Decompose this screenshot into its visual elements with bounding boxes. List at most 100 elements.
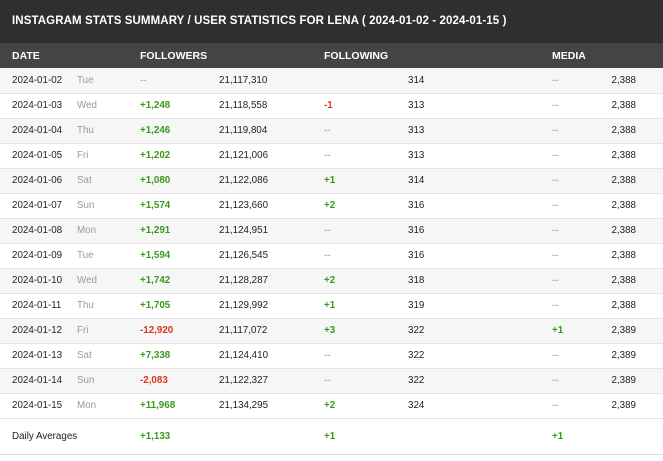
row-media-change: --: [552, 150, 559, 161]
row-media: 2,388: [611, 74, 637, 86]
row-media: 2,389: [611, 350, 637, 361]
row-followers: 21,134,295: [219, 400, 269, 411]
stats-table: DATE FOLLOWERS FOLLOWING MEDIA 2024-01-0…: [0, 43, 663, 455]
row-following: 316: [408, 225, 425, 236]
row-following: 313: [408, 150, 425, 161]
row-followers-change: +1,742: [140, 275, 171, 286]
row-date: 2024-01-04: [12, 125, 63, 136]
row-day: Wed: [77, 275, 97, 286]
row-following-change: -1: [324, 100, 333, 111]
row-following: 322: [408, 325, 425, 336]
row-date: 2024-01-15: [12, 400, 63, 411]
row-date: 2024-01-13: [12, 350, 63, 361]
column-header-media: MEDIA: [552, 49, 586, 62]
row-followers-change: +1,246: [140, 125, 171, 136]
row-media-change: --: [552, 275, 559, 286]
row-following-change: --: [324, 225, 331, 236]
row-media: 2,388: [611, 100, 637, 111]
row-followers-change: +1,291: [140, 225, 171, 236]
avg-followers-change: +1,133: [140, 430, 171, 442]
row-followers: 21,128,287: [219, 275, 269, 286]
table-row: 2024-01-13 Sat +7,338 21,124,410 -- 322 -- 2,38…: [0, 343, 663, 368]
row-day: Sat: [77, 175, 92, 186]
table-row: 2024-01-06 Sat +1,080 21,122,086 +1 314 -- 2,38…: [0, 168, 663, 193]
row-media-change: --: [552, 225, 559, 236]
row-date: 2024-01-08: [12, 225, 63, 236]
row-day: Mon: [77, 400, 97, 411]
row-media-change: --: [552, 375, 559, 386]
row-media: 2,388: [611, 300, 637, 311]
row-following: 324: [408, 400, 425, 411]
row-followers-change: +7,338: [140, 350, 171, 361]
row-media: 2,388: [611, 175, 637, 186]
row-followers-change: +1,705: [140, 300, 171, 311]
table-row: 2024-01-05 Fri +1,202 21,121,006 -- 313 -- 2,38…: [0, 143, 663, 168]
row-media: 2,388: [611, 250, 637, 261]
row-date: 2024-01-14: [12, 375, 63, 386]
row-date: 2024-01-06: [12, 175, 63, 186]
row-date: 2024-01-05: [12, 150, 63, 161]
row-day: Tue: [77, 250, 94, 261]
row-media-change: --: [552, 100, 559, 111]
row-media-change: --: [552, 175, 559, 186]
row-following: 316: [408, 250, 425, 261]
table-row: 2024-01-03 Wed +1,248 21,118,558 -1 313 -- 2,38…: [0, 93, 663, 118]
row-date: 2024-01-12: [12, 325, 63, 336]
daily-averages-label: Daily Averages: [12, 430, 78, 442]
row-following-change: +2: [324, 275, 336, 286]
row-day: Thu: [77, 125, 94, 136]
row-media-change: +1: [552, 325, 564, 336]
row-media-change: --: [552, 200, 559, 211]
row-following-change: --: [324, 250, 331, 261]
row-date: 2024-01-03: [12, 100, 63, 111]
row-media-change: --: [552, 74, 559, 86]
page-title: INSTAGRAM STATS SUMMARY / USER STATISTIC…: [12, 15, 507, 27]
row-followers: 21,118,558: [219, 100, 268, 111]
row-media: 2,388: [611, 125, 637, 136]
row-following-change: +1: [324, 300, 336, 311]
row-following: 313: [408, 100, 425, 111]
row-media: 2,388: [611, 200, 637, 211]
table-row: 2024-01-08 Mon +1,291 21,124,951 -- 316 -- 2,38…: [0, 218, 663, 243]
table-row: 2024-01-04 Thu +1,246 21,119,804 -- 313 -- 2,38…: [0, 118, 663, 143]
row-day: Sun: [77, 375, 95, 386]
daily-averages-row: Daily Averages +1,133 +1 +1: [0, 418, 663, 454]
table-row: 2024-01-07 Sun +1,574 21,123,660 +2 316 -- 2,38…: [0, 193, 663, 218]
row-following-change: +3: [324, 325, 336, 336]
table-row: 2024-01-10 Wed +1,742 21,128,287 +2 318 -- 2,38…: [0, 268, 663, 293]
table-row: 2024-01-11 Thu +1,705 21,129,992 +1 319 -- 2,38…: [0, 293, 663, 318]
row-day: Tue: [77, 74, 94, 86]
row-day: Fri: [77, 325, 89, 336]
row-followers: 21,123,660: [219, 200, 269, 211]
row-followers-change: -12,920: [140, 325, 174, 336]
row-date: 2024-01-09: [12, 250, 63, 261]
row-following-change: +2: [324, 200, 336, 211]
row-date: 2024-01-10: [12, 275, 63, 286]
row-following-change: +2: [324, 400, 336, 411]
row-day: Sat: [77, 350, 92, 361]
row-followers-change: +11,968: [140, 400, 176, 411]
table-header-row: DATE FOLLOWERS FOLLOWING MEDIA: [0, 43, 663, 68]
avg-following-change: +1: [324, 430, 336, 442]
row-followers: 21,117,310: [219, 74, 268, 86]
row-day: Thu: [77, 300, 94, 311]
row-media-change: --: [552, 125, 559, 136]
table-row: 2024-01-15 Mon +11,968 21,134,295 +2 324 -- 2,3…: [0, 393, 663, 418]
row-following: 318: [408, 275, 425, 286]
row-followers-change: -2,083: [140, 375, 168, 386]
row-following-change: +1: [324, 175, 336, 186]
row-followers: 21,122,327: [219, 375, 269, 386]
row-followers: 21,124,951: [219, 225, 269, 236]
avg-media-change: +1: [552, 430, 564, 442]
row-following: 314: [408, 74, 425, 86]
row-following: 316: [408, 200, 425, 211]
row-media: 2,388: [611, 225, 637, 236]
page-title-bar: INSTAGRAM STATS SUMMARY / USER STATISTIC…: [0, 0, 663, 43]
row-followers-change: +1,594: [140, 250, 171, 261]
row-following-change: --: [324, 150, 331, 161]
row-followers: 21,121,006: [219, 150, 269, 161]
row-date: 2024-01-07: [12, 200, 63, 211]
row-following: 313: [408, 125, 425, 136]
row-following: 314: [408, 175, 425, 186]
row-followers: 21,119,804: [219, 125, 268, 136]
